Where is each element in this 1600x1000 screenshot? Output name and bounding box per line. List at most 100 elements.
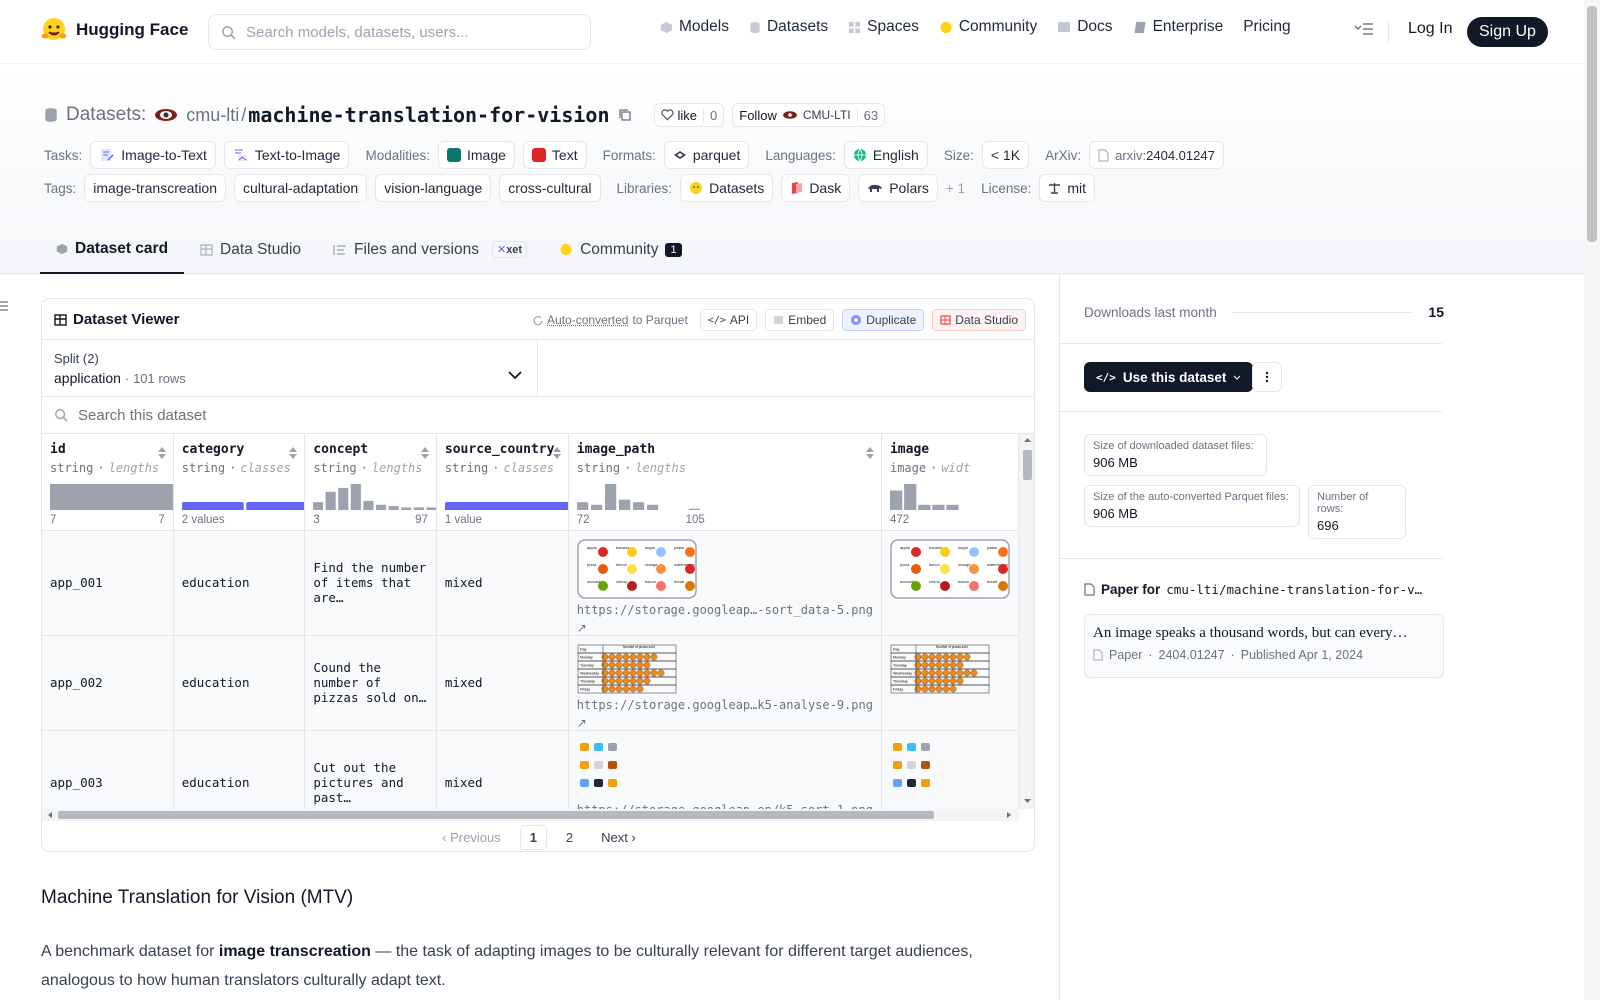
data-studio-button[interactable]: Data Studio: [932, 309, 1026, 331]
histogram-bar[interactable]: [632, 502, 644, 510]
task-image-to-text[interactable]: Image-to-Text: [90, 141, 216, 169]
cell-concept[interactable]: Cut out the pictures and past…: [304, 730, 437, 809]
histogram-bar[interactable]: [325, 491, 336, 510]
global-search[interactable]: [208, 14, 591, 50]
follow-button[interactable]: Follow CMU-LTI 63: [732, 103, 886, 127]
scroll-down-icon[interactable]: [1019, 795, 1035, 807]
cell-image-path[interactable]: apple banana sugar pasta pizza lemon orange wat…: [568, 530, 882, 636]
paper-card[interactable]: An image speaks a thousand words, but ca…: [1084, 614, 1444, 678]
brand-logo[interactable]: Hugging Face: [40, 16, 188, 44]
pizza-chart-thumbnail[interactable]: Number of pizzas sold Day Monday Tuesday Wed…: [577, 644, 677, 694]
kitchen-items-thumbnail[interactable]: [577, 739, 621, 799]
cell-image-path[interactable]: Number of pizzas sold Day Monday Tuesday Wed…: [568, 635, 882, 731]
cell-image-path[interactable]: https://storage.googleap…on/k5-sort-1.pn…: [568, 730, 882, 809]
sort-icon[interactable]: [157, 446, 167, 460]
more-options-button[interactable]: [1252, 362, 1282, 392]
scroll-up-icon[interactable]: [1019, 434, 1035, 446]
dataset-search-input[interactable]: [78, 406, 878, 424]
tab-files[interactable]: Files and versions ✕xet: [317, 225, 543, 274]
license-chip[interactable]: mit: [1039, 174, 1096, 202]
tag-chip[interactable]: cross-cultural: [499, 174, 601, 202]
external-link-icon[interactable]: ↗: [577, 716, 873, 730]
fruit-sorting-thumbnail[interactable]: apple banana sugar pastapizza lemon orange wat…: [890, 538, 1010, 599]
api-button[interactable]: </> API: [699, 309, 758, 331]
external-link-icon[interactable]: ↗: [577, 621, 873, 635]
histogram-bar[interactable]: [363, 500, 374, 510]
horizontal-scroll-thumb[interactable]: [58, 811, 934, 819]
modality-image[interactable]: Image: [437, 141, 515, 169]
search-input[interactable]: [246, 23, 576, 41]
histogram-bar[interactable]: [576, 502, 588, 510]
histogram-bar[interactable]: [351, 484, 362, 510]
library-polars[interactable]: Polars: [858, 174, 938, 202]
cell-source_country[interactable]: mixed: [436, 635, 569, 731]
histogram-bar[interactable]: [426, 507, 437, 510]
histogram-bar[interactable]: [946, 504, 959, 510]
tag-chip[interactable]: cultural-adaptation: [234, 174, 368, 202]
histogram-bar[interactable]: [338, 487, 349, 510]
horizontal-scrollbar[interactable]: [42, 809, 1019, 821]
histogram-bar[interactable]: [618, 499, 630, 510]
sort-icon[interactable]: [865, 446, 875, 460]
login-link[interactable]: Log In: [1408, 20, 1452, 38]
duplicate-button[interactable]: Duplicate: [842, 309, 925, 331]
library-datasets[interactable]: Datasets: [680, 174, 774, 202]
page-2-button[interactable]: 2: [557, 826, 582, 849]
histogram-bar[interactable]: [401, 507, 412, 510]
sidebar-toggle-icon[interactable]: [0, 300, 10, 312]
like-button[interactable]: like 0: [653, 103, 725, 127]
histogram-bar[interactable]: [604, 484, 616, 510]
column-header-category[interactable]: category string · classes 2 values: [173, 434, 306, 531]
sort-icon[interactable]: [420, 446, 430, 460]
language-english[interactable]: English: [843, 141, 928, 169]
use-this-dataset-button[interactable]: </> Use this dataset: [1084, 362, 1254, 392]
vertical-scroll-thumb[interactable]: [1023, 450, 1032, 480]
repo-name[interactable]: machine-translation-for-vision: [248, 103, 609, 127]
scroll-right-icon[interactable]: [1003, 809, 1015, 821]
sort-icon[interactable]: [552, 446, 562, 460]
column-header-source_country[interactable]: source_country string · classes 1 value: [436, 434, 569, 531]
cell-image[interactable]: [881, 730, 1019, 809]
library-dask[interactable]: Dask: [781, 174, 851, 202]
auto-converted-note[interactable]: Auto-converted to Parquet: [533, 313, 688, 327]
vertical-scrollbar[interactable]: [1019, 434, 1035, 809]
page-scroll-thumb[interactable]: [1587, 6, 1597, 242]
repo-org[interactable]: cmu-lti: [186, 105, 239, 126]
histogram-bar[interactable]: [376, 504, 387, 510]
libraries-more[interactable]: + 1: [946, 181, 965, 196]
histogram-bar[interactable]: [50, 484, 173, 510]
previous-page-button[interactable]: ‹ Previous: [433, 826, 510, 849]
histogram-bar[interactable]: [688, 508, 700, 510]
cell-concept[interactable]: Cound the number of pizzas sold on…: [304, 635, 437, 731]
cell-id[interactable]: app_002: [42, 635, 174, 731]
table-row[interactable]: app_003 education Cut out the pictures and…: [42, 730, 1019, 809]
nav-models[interactable]: Models: [660, 18, 729, 36]
page-1-button[interactable]: 1: [519, 824, 547, 850]
org-avatar-icon[interactable]: [154, 107, 178, 123]
fruit-sorting-thumbnail[interactable]: apple banana sugar pastapizza lemon orange wat…: [577, 538, 697, 599]
histogram-bar[interactable]: [313, 502, 324, 510]
histogram-bar[interactable]: [889, 490, 903, 511]
page-scrollbar[interactable]: [1584, 0, 1600, 1000]
histogram-bar[interactable]: [444, 502, 568, 510]
cell-image[interactable]: apple banana sugar pasta pizza lemon orange wat…: [881, 530, 1019, 636]
tab-community[interactable]: Community 1: [543, 225, 698, 274]
cell-id[interactable]: app_003: [42, 730, 174, 809]
column-header-id[interactable]: id string · lengths 7 7: [42, 434, 174, 531]
histogram-bar[interactable]: [181, 502, 244, 510]
histogram-bar[interactable]: [918, 504, 931, 510]
table-row[interactable]: app_001 education Find the number of items…: [42, 530, 1019, 636]
column-header-image_path[interactable]: image_path string · lengths 72 105: [568, 434, 882, 531]
scroll-left-icon[interactable]: [44, 809, 56, 821]
histogram-bar[interactable]: [388, 506, 399, 510]
histogram-bar[interactable]: [590, 504, 602, 510]
nav-community[interactable]: Community: [939, 18, 1037, 36]
cell-source_country[interactable]: mixed: [436, 530, 569, 636]
nav-docs[interactable]: Docs: [1057, 18, 1113, 36]
cell-concept[interactable]: Find the number of items that are…: [304, 530, 437, 636]
tab-dataset-card[interactable]: Dataset card: [40, 225, 185, 274]
arxiv-chip[interactable]: arxiv: 2404.01247: [1089, 141, 1224, 169]
sort-icon[interactable]: [288, 446, 298, 460]
nav-spaces[interactable]: Spaces: [848, 18, 919, 36]
column-header-concept[interactable]: concept string · lengths 3 97: [304, 434, 437, 531]
